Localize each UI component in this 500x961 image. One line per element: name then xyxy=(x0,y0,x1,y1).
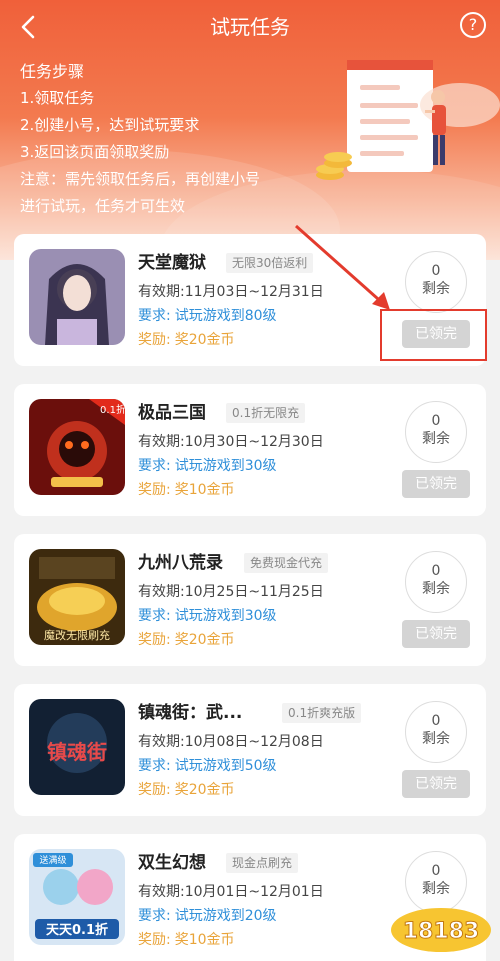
svg-text:18183: 18183 xyxy=(403,919,480,944)
reward: 奖励: 奖20金币 xyxy=(138,332,235,348)
annotation-arrow-icon xyxy=(295,224,390,310)
remaining-counter: 0 剩余 xyxy=(405,701,467,763)
game-tag: 0.1折爽充版 xyxy=(282,703,362,723)
claimed-button[interactable]: 已领完 xyxy=(402,770,470,798)
steps-note: 注意：需先领取任务后，再创建小号 xyxy=(20,170,261,188)
claimed-button[interactable]: 已领完 xyxy=(402,620,470,648)
game-tag: 0.1折无限充 xyxy=(226,403,306,423)
svg-text:镇魂街: 镇魂街 xyxy=(47,740,107,764)
game-name: 九州八荒录 xyxy=(138,553,223,573)
validity-period: 有效期:10月25日~11月25日 xyxy=(138,584,324,600)
task-card[interactable]: 镇魂街 镇魂街：武... 0.1折爽充版 有效期:10月08日~12月08日 要… xyxy=(14,684,486,816)
task-card[interactable]: 0.1折 极品三国 0.1折无限充 有效期:10月30日~12月30日 要求: 试… xyxy=(14,384,486,516)
reward: 奖励: 奖20金币 xyxy=(138,632,235,648)
requirement: 要求: 试玩游戏到30级 xyxy=(138,608,277,624)
task-card[interactable]: 魔改无限刷充 九州八荒录 免费现金代充 有效期:10月25日~11月25日 要求… xyxy=(14,534,486,666)
game-name: 极品三国 xyxy=(138,403,206,423)
game-icon[interactable]: 魔改无限刷充 xyxy=(29,549,125,645)
requirement: 要求: 试玩游戏到80级 xyxy=(138,308,277,324)
step-item: 1.领取任务 xyxy=(20,89,95,107)
game-icon[interactable]: 镇魂街 xyxy=(29,699,125,795)
game-name: 双生幻想 xyxy=(138,853,206,873)
header-banner: 试玩任务 ? 任务步骤 1.领取任务 2.创建小号，达到试玩要求 3.返回该页面… xyxy=(0,0,500,260)
requirement: 要求: 试玩游戏到30级 xyxy=(138,458,277,474)
reward: 奖励: 奖10金币 xyxy=(138,932,235,948)
steps-heading: 任务步骤 xyxy=(20,62,85,81)
claimed-button[interactable]: 已领完 xyxy=(402,470,470,498)
help-icon[interactable]: ? xyxy=(460,12,486,38)
reward: 奖励: 奖10金币 xyxy=(138,482,235,498)
step-item: 3.返回该页面领取奖励 xyxy=(20,143,170,161)
annotation-highlight-box xyxy=(380,309,487,361)
validity-period: 有效期:10月08日~12月08日 xyxy=(138,734,324,750)
reward: 奖励: 奖20金币 xyxy=(138,782,235,798)
svg-text:送满级: 送满级 xyxy=(39,854,66,866)
game-tag: 现金点刷充 xyxy=(226,853,299,873)
game-name: 天堂魔狱 xyxy=(138,253,206,273)
task-steps: 任务步骤 1.领取任务 2.创建小号，达到试玩要求 3.返回该页面领取奖励 注意… xyxy=(20,58,260,220)
game-icon[interactable]: 0.1折 xyxy=(29,399,125,495)
requirement: 要求: 试玩游戏到20级 xyxy=(138,908,277,924)
page-title: 试玩任务 xyxy=(210,15,290,39)
task-board-illustration xyxy=(316,60,500,180)
game-icon[interactable] xyxy=(29,249,125,345)
remaining-counter: 0 剩余 xyxy=(405,401,467,463)
step-item: 2.创建小号，达到试玩要求 xyxy=(20,116,200,134)
game-icon[interactable]: 送满级 天天0.1折 xyxy=(29,849,125,945)
remaining-counter: 0 剩余 xyxy=(405,251,467,313)
validity-period: 有效期:10月30日~12月30日 xyxy=(138,434,324,450)
game-name: 镇魂街：武... xyxy=(138,703,243,723)
svg-text:0.1折: 0.1折 xyxy=(100,403,125,416)
remaining-counter: 0 剩余 xyxy=(405,551,467,613)
validity-period: 有效期:10月01日~12月01日 xyxy=(138,884,324,900)
svg-text:魔改无限刷充: 魔改无限刷充 xyxy=(44,628,110,642)
requirement: 要求: 试玩游戏到50级 xyxy=(138,758,277,774)
svg-text:天天0.1折: 天天0.1折 xyxy=(46,922,108,938)
steps-note: 进行试玩，任务才可生效 xyxy=(20,197,186,215)
game-tag: 免费现金代充 xyxy=(244,553,329,573)
site-watermark-logo: 18183 xyxy=(391,908,491,952)
